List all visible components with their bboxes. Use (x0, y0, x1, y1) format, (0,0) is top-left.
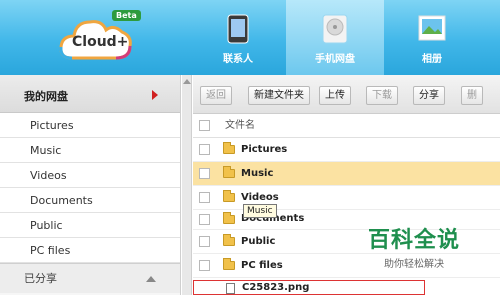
sidebar-item-pc-files[interactable]: PC files (0, 238, 180, 263)
file-list-header: 文件名 (193, 114, 500, 138)
file-name: C25823.png (242, 282, 310, 293)
photo-album-icon (418, 15, 446, 41)
watermark-subtitle: 助你轻松解决 (384, 259, 444, 270)
watermark-title: 百科全说 (367, 228, 460, 253)
file-name: PC files (241, 260, 283, 271)
file-name: Music (241, 168, 274, 179)
sidebar-title-label: 我的网盘 (24, 90, 68, 103)
arrow-right-icon (152, 90, 158, 100)
sidebar-item-documents[interactable]: Documents (0, 188, 180, 213)
nav-album[interactable]: 相册 (404, 0, 460, 75)
row-checkbox[interactable] (199, 214, 210, 225)
file-icon (226, 283, 235, 294)
sidebar-shared-label: 已分享 (24, 272, 57, 285)
app-header: Cloud+ Beta 联系人 手机网盘 相册 (0, 0, 500, 75)
row-checkbox[interactable] (199, 168, 210, 179)
delete-button[interactable]: 删 (461, 86, 483, 105)
file-row[interactable]: Pictures (193, 138, 500, 162)
beta-badge: Beta (112, 10, 141, 21)
nav-contacts[interactable]: 联系人 (214, 0, 262, 75)
file-row[interactable]: Music (193, 162, 500, 186)
folder-icon (223, 190, 235, 202)
folder-icon (223, 166, 235, 178)
sidebar: 我的网盘 Pictures Music Videos Documents Pub… (0, 75, 181, 295)
back-button[interactable]: 返回 (200, 86, 232, 105)
watermark: 百科全说 助你轻松解决 (354, 222, 474, 270)
sidebar-scrollbar[interactable] (182, 75, 192, 295)
nav-contacts-label: 联系人 (223, 54, 253, 65)
phone-icon (227, 14, 249, 44)
file-name: Pictures (241, 144, 288, 155)
sidebar-item-public[interactable]: Public (0, 213, 180, 238)
column-filename[interactable]: 文件名 (225, 114, 255, 138)
file-name: Public (241, 236, 276, 247)
chevron-up-icon (146, 276, 156, 282)
sidebar-shared[interactable]: 已分享 (0, 263, 180, 293)
row-checkbox[interactable] (199, 236, 210, 247)
logo-text: Cloud+ (72, 34, 129, 50)
sidebar-title[interactable]: 我的网盘 (0, 75, 180, 113)
share-button[interactable]: 分享 (413, 86, 445, 105)
sidebar-item-music[interactable]: Music (0, 138, 180, 163)
nav-cloud-disk[interactable]: 手机网盘 (286, 0, 384, 75)
row-checkbox[interactable] (199, 260, 210, 271)
toolbar: 返回 新建文件夹 上传 下载 分享 删 (193, 75, 500, 114)
folder-icon (223, 258, 235, 270)
folder-icon (223, 142, 235, 154)
sidebar-item-videos[interactable]: Videos (0, 163, 180, 188)
disk-icon (322, 14, 348, 44)
sidebar-item-pictures[interactable]: Pictures (0, 113, 180, 138)
file-row[interactable]: C25823.png (193, 280, 425, 295)
file-row[interactable]: Videos (193, 186, 500, 210)
folder-icon (223, 234, 235, 246)
drag-tooltip: Music (243, 204, 277, 218)
download-button[interactable]: 下载 (366, 86, 398, 105)
nav-disk-label: 手机网盘 (315, 54, 355, 65)
new-folder-button[interactable]: 新建文件夹 (248, 86, 310, 105)
upload-button[interactable]: 上传 (319, 86, 351, 105)
folder-icon (223, 212, 235, 224)
select-all-checkbox[interactable] (199, 120, 210, 131)
scroll-up-icon[interactable] (183, 79, 191, 84)
nav-album-label: 相册 (422, 54, 442, 65)
row-checkbox[interactable] (199, 192, 210, 203)
row-checkbox[interactable] (199, 144, 210, 155)
